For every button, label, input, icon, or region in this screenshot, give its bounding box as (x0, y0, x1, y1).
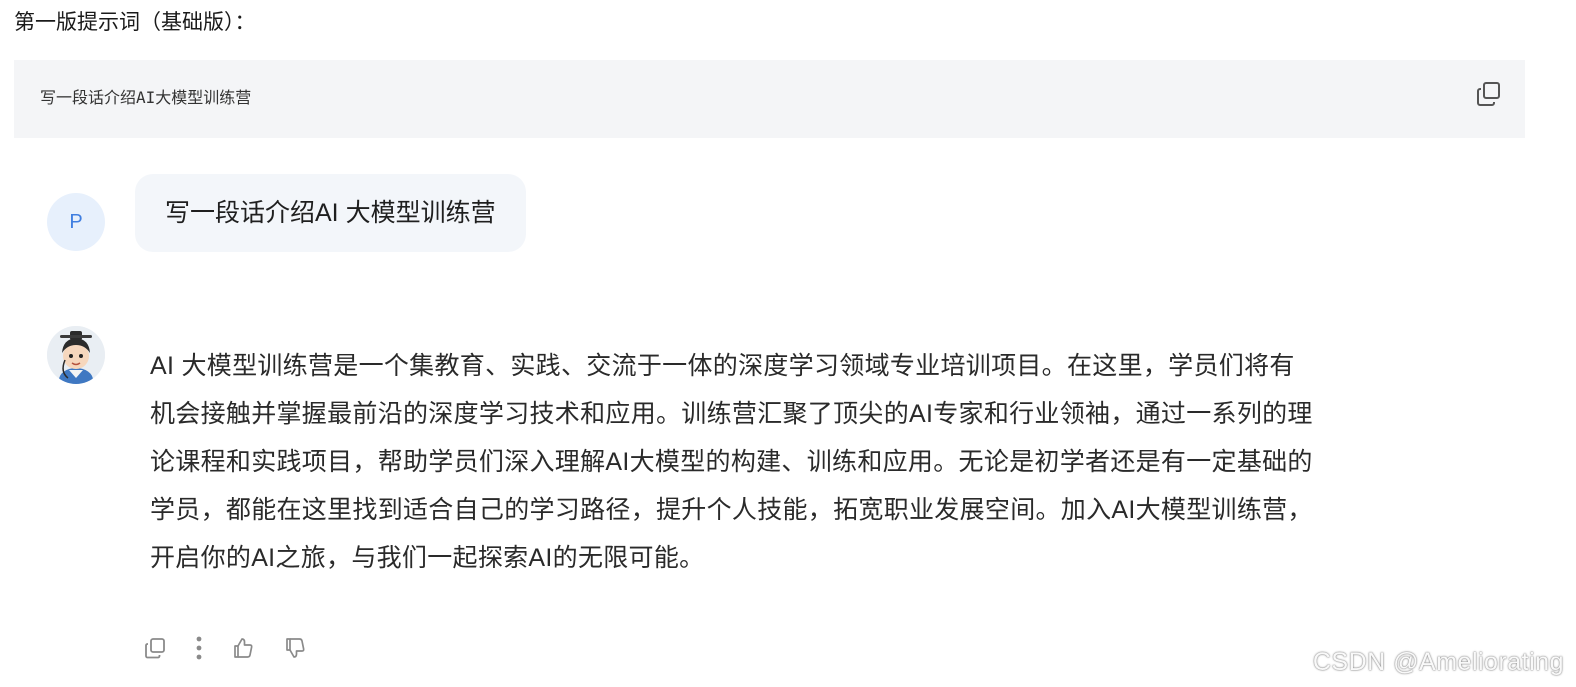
assistant-message-line: 学员，都能在这里找到适合自己的学习路径，提升个人技能，拓宽职业发展空间。加入AI… (150, 496, 1313, 524)
csdn-watermark: CSDN @Ameliorating (1312, 648, 1564, 676)
dislike-button[interactable] (278, 631, 312, 665)
prompt-code-text: 写一段话介绍AI大模型训练营 (40, 88, 252, 107)
more-options-button[interactable] (190, 631, 208, 665)
copy-message-button[interactable] (138, 631, 172, 665)
assistant-avatar (47, 326, 105, 384)
assistant-message-line: 论课程和实践项目，帮助学员们深入理解AI大模型的构建、训练和应用。无论是初学者还… (150, 448, 1313, 476)
message-actions (138, 630, 312, 666)
copy-icon (1477, 82, 1500, 106)
assistant-message-line: AI 大模型训练营是一个集教育、实践、交流于一体的深度学习领域专业培训项目。在这… (150, 352, 1295, 380)
copy-icon (145, 638, 165, 659)
thumbs-down-icon (286, 638, 305, 658)
assistant-message: AI 大模型训练营是一个集教育、实践、交流于一体的深度学习领域专业培训项目。在这… (150, 342, 1490, 582)
assistant-avatar-icon (47, 326, 105, 384)
like-button[interactable] (226, 631, 260, 665)
copy-code-button[interactable] (1475, 80, 1503, 108)
user-avatar: P (47, 193, 105, 251)
prompt-code-block: 写一段话介绍AI大模型训练营 (14, 60, 1525, 138)
thumbs-up-icon (234, 638, 253, 658)
more-icon (196, 636, 202, 660)
section-heading: 第一版提示词（基础版）： (14, 10, 256, 34)
assistant-message-line: 机会接触并掌握最前沿的深度学习技术和应用。训练营汇聚了顶尖的AI专家和行业领袖，… (150, 400, 1313, 428)
assistant-message-line: 开启你的AI之旅，与我们一起探索AI的无限可能。 (150, 544, 705, 572)
user-message: 写一段话介绍AI 大模型训练营 (135, 174, 526, 252)
